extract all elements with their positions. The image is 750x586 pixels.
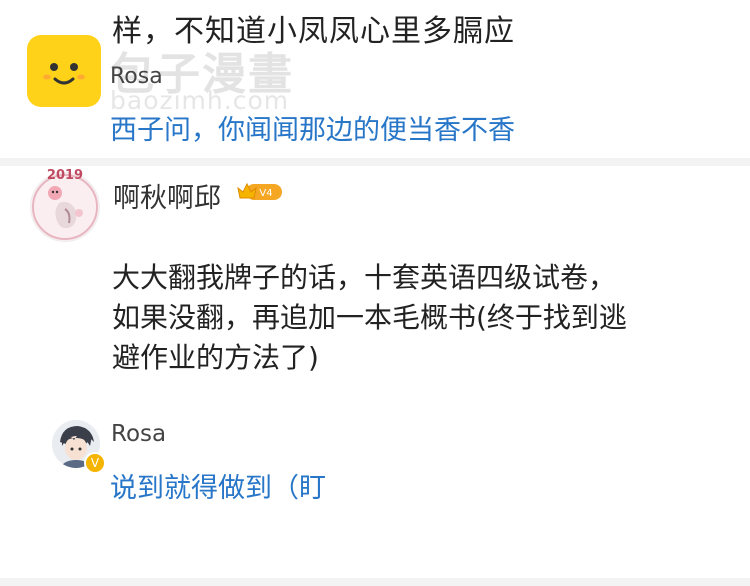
verified-badge-icon: V (84, 452, 106, 474)
bun-face-icon (43, 63, 85, 85)
avatar-illustration-icon (32, 174, 98, 240)
vip-crown-icon: V4 (237, 182, 282, 200)
vip-level-label: V4 (259, 188, 272, 199)
comment-line: 如果没翻，再追加一本毛概书(终于找到逃 (112, 301, 627, 334)
app-logo-avatar[interactable] (27, 35, 101, 107)
avatar-year-label: 2019 (46, 168, 84, 183)
bottom-divider (0, 578, 750, 586)
comment-line: 避作业的方法了) (112, 341, 319, 374)
reply-author-name[interactable]: Rosa (110, 64, 163, 89)
reply-text-link[interactable]: 说到就得做到（盯 (110, 466, 326, 505)
reply-text-link[interactable]: 西子问，你闻闻那边的便当香不香 (110, 108, 515, 147)
reply-author-name[interactable]: Rosa (111, 421, 166, 447)
comment-author-name[interactable]: 啊秋啊邱 (113, 176, 221, 215)
section-divider (0, 158, 750, 166)
comment-body: 大大翻我牌子的话，十套英语四级试卷， 如果没翻，再追加一本毛概书(终于找到逃 避… (112, 258, 732, 378)
comment-line: 大大翻我牌子的话，十套英语四级试卷， (112, 261, 617, 294)
comment-block-top: 样，不知道小凤凤心里多膈应 包子漫畫 baozimh.com Rosa 西子问，… (0, 0, 750, 160)
